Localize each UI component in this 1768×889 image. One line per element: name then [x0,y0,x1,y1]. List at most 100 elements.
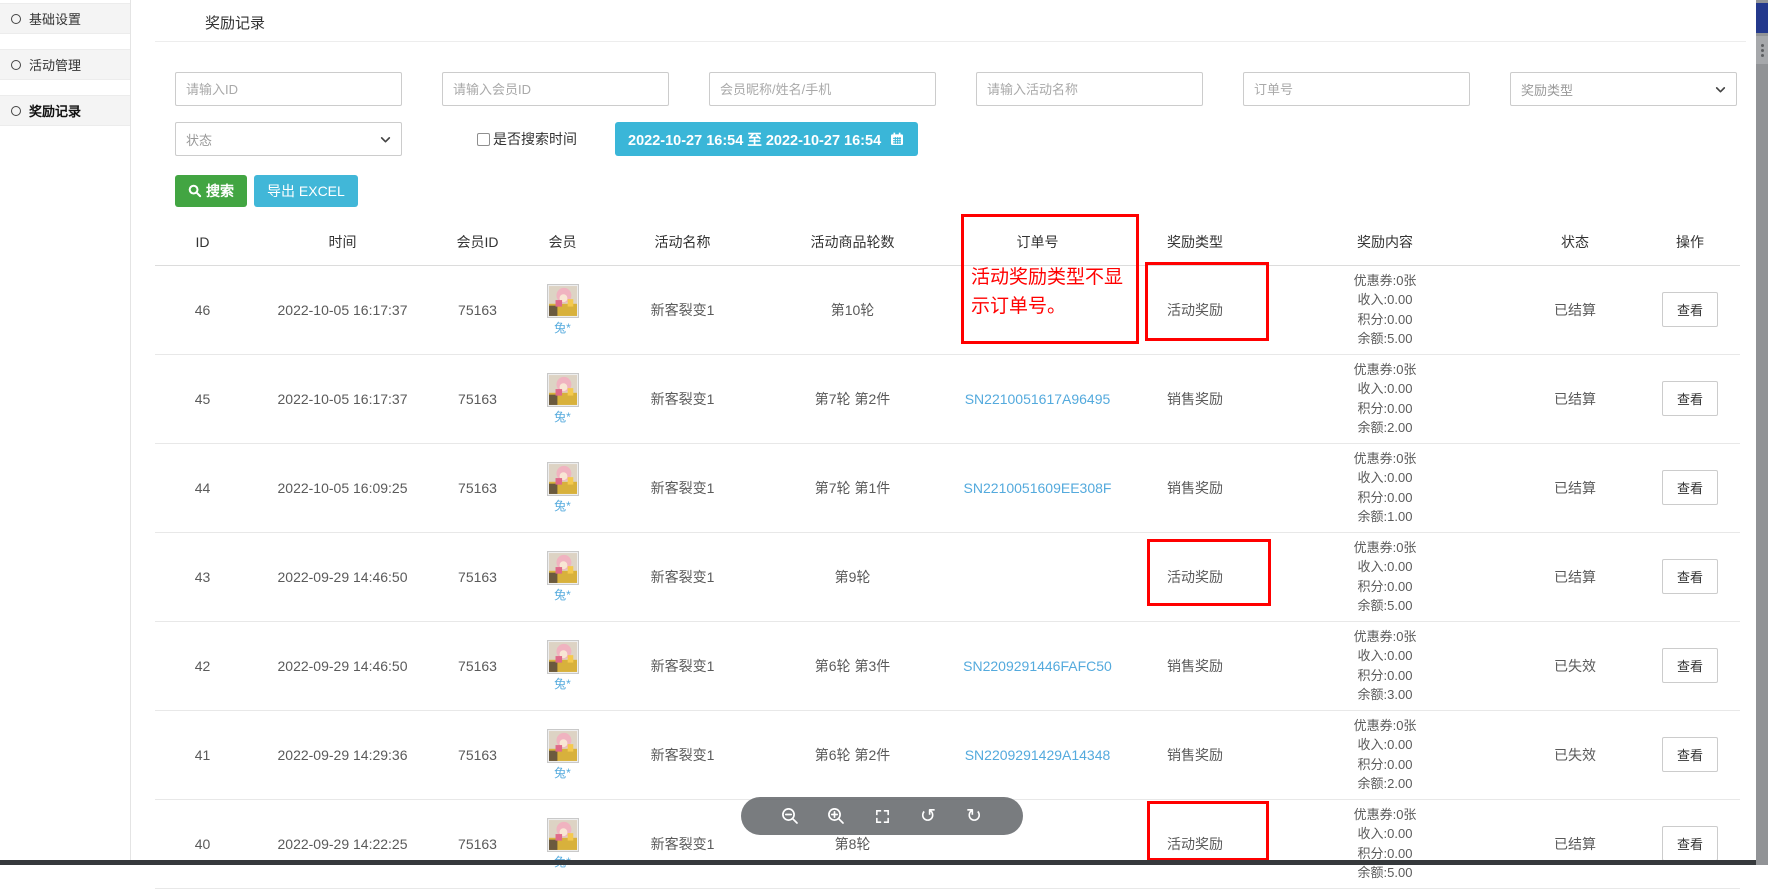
view-button[interactable]: 查看 [1662,559,1718,594]
cell-round: 第7轮 第1件 [760,443,945,532]
column-header: 奖励内容 [1260,219,1510,265]
member-avatar[interactable] [547,640,579,674]
member-avatar[interactable] [547,284,579,318]
cell-id: 45 [155,354,250,443]
cell-round: 第6轮 第3件 [760,621,945,710]
view-button[interactable]: 查看 [1662,648,1718,683]
cell-member-id: 75163 [435,710,520,799]
status-select-value: 状态 [186,130,212,149]
cell-member: 兔* [520,354,605,443]
cell-reward-content: 优惠券:0张收入:0.00积分:0.00余额:5.00 [1260,532,1510,621]
vertical-scrollbar[interactable] [1756,0,1768,865]
member-avatar[interactable] [547,373,579,407]
cell-reward-type: 销售奖励 [1130,621,1260,710]
cell-member-id: 75163 [435,532,520,621]
column-header: ID [155,219,250,265]
status-select[interactable]: 状态 [175,122,402,156]
view-button[interactable]: 查看 [1662,826,1718,861]
view-button[interactable]: 查看 [1662,737,1718,772]
cell-order-no: SN2209291429A14348 [945,710,1130,799]
zoom-in-icon[interactable] [826,806,846,826]
member-avatar[interactable] [547,551,579,585]
filter-input-member-id[interactable] [442,72,669,106]
column-header: 会员 [520,219,605,265]
fullscreen-icon[interactable] [872,806,892,826]
cell-status: 已失效 [1510,710,1640,799]
calendar-icon [889,131,905,147]
cell-status: 已结算 [1510,799,1640,888]
view-button[interactable]: 查看 [1662,381,1718,416]
cell-id: 41 [155,710,250,799]
export-excel-button[interactable]: 导出 EXCEL [254,175,358,207]
member-nickname[interactable]: 兔* [554,497,571,514]
image-viewer-toolbar: ↺ ↻ [741,797,1023,835]
filter-input-order-no[interactable] [1243,72,1470,106]
reward-content-lines: 优惠券:0张收入:0.00积分:0.00余额:2.00 [1260,360,1510,438]
member-nickname[interactable]: 兔* [554,764,571,781]
page-title-row: 奖励记录 [155,0,1746,42]
cell-id: 44 [155,443,250,532]
cell-order-no [945,265,1130,354]
date-range-text: 2022-10-27 16:54 至 2022-10-27 16:54 [628,129,881,150]
cell-member-id: 75163 [435,621,520,710]
reward-content-lines: 优惠券:0张收入:0.00积分:0.00余额:5.00 [1260,805,1510,883]
cell-status: 已结算 [1510,265,1640,354]
order-number-link[interactable]: SN2209291429A14348 [965,747,1111,763]
cell-member-id: 75163 [435,443,520,532]
filter-input-activity-name[interactable] [976,72,1203,106]
cell-reward-type: 销售奖励 [1130,354,1260,443]
member-avatar[interactable] [547,462,579,496]
member-avatar[interactable] [547,729,579,763]
order-number-link[interactable]: SN2210051617A96495 [965,391,1111,407]
reward-content-lines: 优惠券:0张收入:0.00积分:0.00余额:1.00 [1260,449,1510,527]
zoom-out-icon[interactable] [780,806,800,826]
cell-reward-content: 优惠券:0张收入:0.00积分:0.00余额:2.00 [1260,710,1510,799]
reward-type-select[interactable]: 奖励类型 [1510,72,1737,106]
chevron-down-icon [1714,83,1727,96]
rotate-left-icon[interactable]: ↺ [918,806,938,826]
cell-time: 2022-09-29 14:46:50 [250,532,435,621]
sidebar-item-0[interactable]: 基础设置 [0,3,130,34]
order-number-link[interactable]: SN2210051609EE308F [964,480,1112,496]
cell-id: 43 [155,532,250,621]
cell-member: 兔* [520,532,605,621]
rotate-right-icon[interactable]: ↻ [964,806,984,826]
member-nickname[interactable]: 兔* [554,319,571,336]
filter-row-2: 状态 是否搜索时间 2022-10-27 16:54 至 2022-10-27 … [175,122,1756,156]
sidebar-item-2[interactable]: 奖励记录 [0,95,130,126]
order-number-link[interactable]: SN2209291446FAFC50 [963,658,1112,674]
search-button-label: 搜索 [206,181,234,201]
cell-round: 第6轮 第2件 [760,710,945,799]
cell-activity-name: 新客裂变1 [605,443,760,532]
cell-action: 查看 [1640,710,1740,799]
cell-time: 2022-09-29 14:22:25 [250,799,435,888]
cell-reward-content: 优惠券:0张收入:0.00积分:0.00余额:3.00 [1260,621,1510,710]
cell-status: 已失效 [1510,621,1640,710]
view-button[interactable]: 查看 [1662,292,1718,327]
filter-input-member-nickname[interactable] [709,72,936,106]
view-button[interactable]: 查看 [1662,470,1718,505]
scrollbar-thumb[interactable] [1756,36,1768,64]
date-range-button[interactable]: 2022-10-27 16:54 至 2022-10-27 16:54 [615,122,918,156]
sidebar-item-1[interactable]: 活动管理 [0,49,130,80]
checkbox-icon[interactable] [477,133,490,146]
search-button[interactable]: 搜索 [175,175,247,207]
cell-activity-name: 新客裂变1 [605,799,760,888]
cell-status: 已结算 [1510,532,1640,621]
member-avatar[interactable] [547,818,579,852]
cell-reward-content: 优惠券:0张收入:0.00积分:0.00余额:5.00 [1260,265,1510,354]
filter-input-id[interactable] [175,72,402,106]
cell-reward-content: 优惠券:0张收入:0.00积分:0.00余额:1.00 [1260,443,1510,532]
member-nickname[interactable]: 兔* [554,675,571,692]
cell-activity-name: 新客裂变1 [605,265,760,354]
member-nickname[interactable]: 兔* [554,408,571,425]
cell-reward-type: 活动奖励 [1130,532,1260,621]
cell-round: 第7轮 第2件 [760,354,945,443]
cell-action: 查看 [1640,799,1740,888]
cell-activity-name: 新客裂变1 [605,354,760,443]
cell-id: 46 [155,265,250,354]
search-time-checkbox[interactable]: 是否搜索时间 [477,129,577,149]
member-nickname[interactable]: 兔* [554,586,571,603]
cell-reward-type: 销售奖励 [1130,443,1260,532]
cell-order-no: SN2210051609EE308F [945,443,1130,532]
